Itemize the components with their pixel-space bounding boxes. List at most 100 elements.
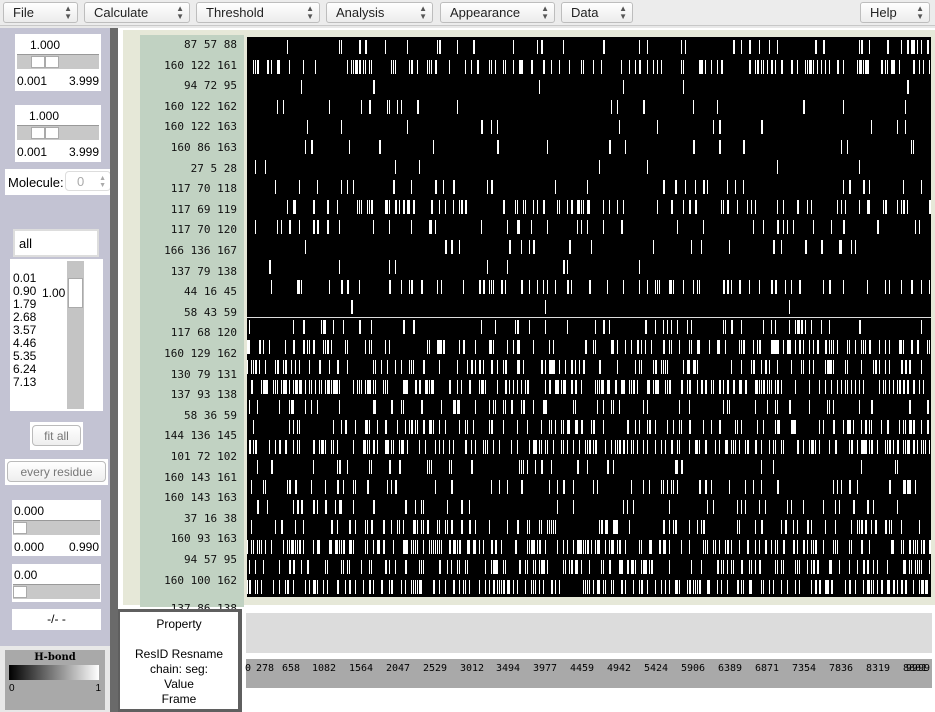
hbond-mark [727,440,728,454]
hbond-mark [901,280,902,294]
row-label[interactable]: 37 16 38 [184,512,237,525]
hbond-mark [347,360,348,374]
hbond-mark [723,280,725,294]
slider-track[interactable] [13,584,100,599]
row-label[interactable]: 101 72 102 [171,450,237,463]
row-label[interactable]: 160 86 163 [171,141,237,154]
row-label[interactable]: 87 57 88 [184,38,237,51]
scrollbar-thumb[interactable] [68,278,83,308]
hbond-mark [629,380,630,394]
hbond-mark [635,420,636,434]
hbond-mark [367,540,368,554]
hbond-mark [427,60,428,74]
slider-track[interactable] [13,520,100,535]
menu-calculate[interactable]: Calculate ▲ ▼ [84,2,190,23]
menu-data[interactable]: Data ▲ ▼ [561,2,633,23]
hbond-mark [919,60,920,74]
hbond-mark [295,480,297,494]
hbond-mark [613,460,614,474]
row-label[interactable]: 160 143 161 [164,471,237,484]
hbond-mark [513,40,514,54]
hbond-mark [719,120,721,134]
hbond-mark [859,520,860,534]
fit-all-button[interactable]: fit all [32,425,81,446]
hbond-mark [859,60,861,74]
row-label[interactable]: 94 72 95 [184,79,237,92]
row-label[interactable]: 58 43 59 [184,306,237,319]
hbond-mark [389,460,391,474]
panel-divider[interactable] [110,28,118,712]
row-label[interactable]: 94 57 95 [184,553,237,566]
menu-file[interactable]: File ▲ ▼ [3,2,78,23]
hbond-mark [775,340,777,354]
hbond-mark [387,480,388,494]
row-label[interactable]: 160 100 162 [164,574,237,587]
hbond-mark [873,360,874,374]
row-label[interactable]: 137 93 138 [171,388,237,401]
scale-list-item[interactable]: 7.13 [13,376,36,389]
row-label[interactable]: 27 5 28 [191,162,237,175]
row-label[interactable]: 137 79 138 [171,265,237,278]
selection-input[interactable]: all [13,229,99,257]
row-label[interactable]: 160 93 163 [171,532,237,545]
slider-track[interactable] [17,54,99,69]
molecule-spinbox[interactable]: 0 ▲ ▼ [65,171,111,191]
row-label[interactable]: 117 70 118 [171,182,237,195]
hbond-mark [683,360,684,374]
hbond-mark [377,440,378,454]
hbond-mark [401,440,403,454]
hbond-mark [305,140,306,154]
hbond-mark [899,380,901,394]
hbond-mark [457,40,458,54]
menu-appearance[interactable]: Appearance ▲ ▼ [440,2,555,23]
hbond-mark [683,80,684,94]
axis-tick-label: 278 [256,663,275,674]
row-label[interactable]: 117 68 120 [171,326,237,339]
row-label[interactable]: 160 143 163 [164,491,237,504]
hbond-mark [741,340,742,354]
row-label[interactable]: 144 136 145 [164,429,237,442]
slider-thumb[interactable] [45,56,59,68]
frame-axis[interactable]: 0 278 658 1082 1564 2047 2529 3012 3494 3977 4459 4… [245,659,932,688]
hbond-mark [285,340,286,354]
hbond-mark [367,480,369,494]
menu-threshold[interactable]: Threshold ▲ ▼ [196,2,320,23]
hbond-mark [741,420,742,434]
row-label[interactable]: 160 129 162 [164,347,237,360]
hbond-mark [723,320,724,334]
row-label[interactable]: 130 79 131 [171,368,237,381]
slider-track[interactable] [17,125,99,140]
row-label[interactable]: 117 70 120 [171,223,237,236]
hbond-mark [867,580,869,594]
scrollbar[interactable] [67,261,84,409]
row-label[interactable]: 160 122 163 [164,120,237,133]
row-label[interactable]: 160 122 161 [164,59,237,72]
row-label[interactable]: 58 36 59 [184,409,237,422]
row-label[interactable]: 166 136 167 [164,244,237,257]
hbond-mark [435,440,436,454]
row-label[interactable]: 117 69 119 [171,203,237,216]
row-label[interactable]: 44 16 45 [184,285,237,298]
slider-thumb[interactable] [45,127,59,139]
hbond-mark [587,460,588,474]
menu-help[interactable]: Help ▲ ▼ [860,2,930,23]
hbond-heatmap[interactable] [247,37,931,597]
slider-thumb[interactable] [31,127,45,139]
slider-thumb[interactable] [13,586,27,598]
menu-analysis[interactable]: Analysis ▲ ▼ [326,2,433,23]
hbond-mark [395,480,397,494]
hbond-mark [837,380,838,394]
slider-thumb[interactable] [13,522,27,534]
hbond-mark [389,340,390,354]
hbond-mark [901,200,902,214]
hbond-mark [721,200,722,214]
hbond-mark [369,440,370,454]
hbond-mark [333,320,334,334]
slider-thumb[interactable] [31,56,45,68]
hbond-mark [307,340,308,354]
hbond-mark [623,80,624,94]
hbond-mark [359,40,361,54]
hbond-mark [337,540,338,554]
row-label[interactable]: 160 122 162 [164,100,237,113]
every-residue-button[interactable]: every residue [7,461,106,482]
